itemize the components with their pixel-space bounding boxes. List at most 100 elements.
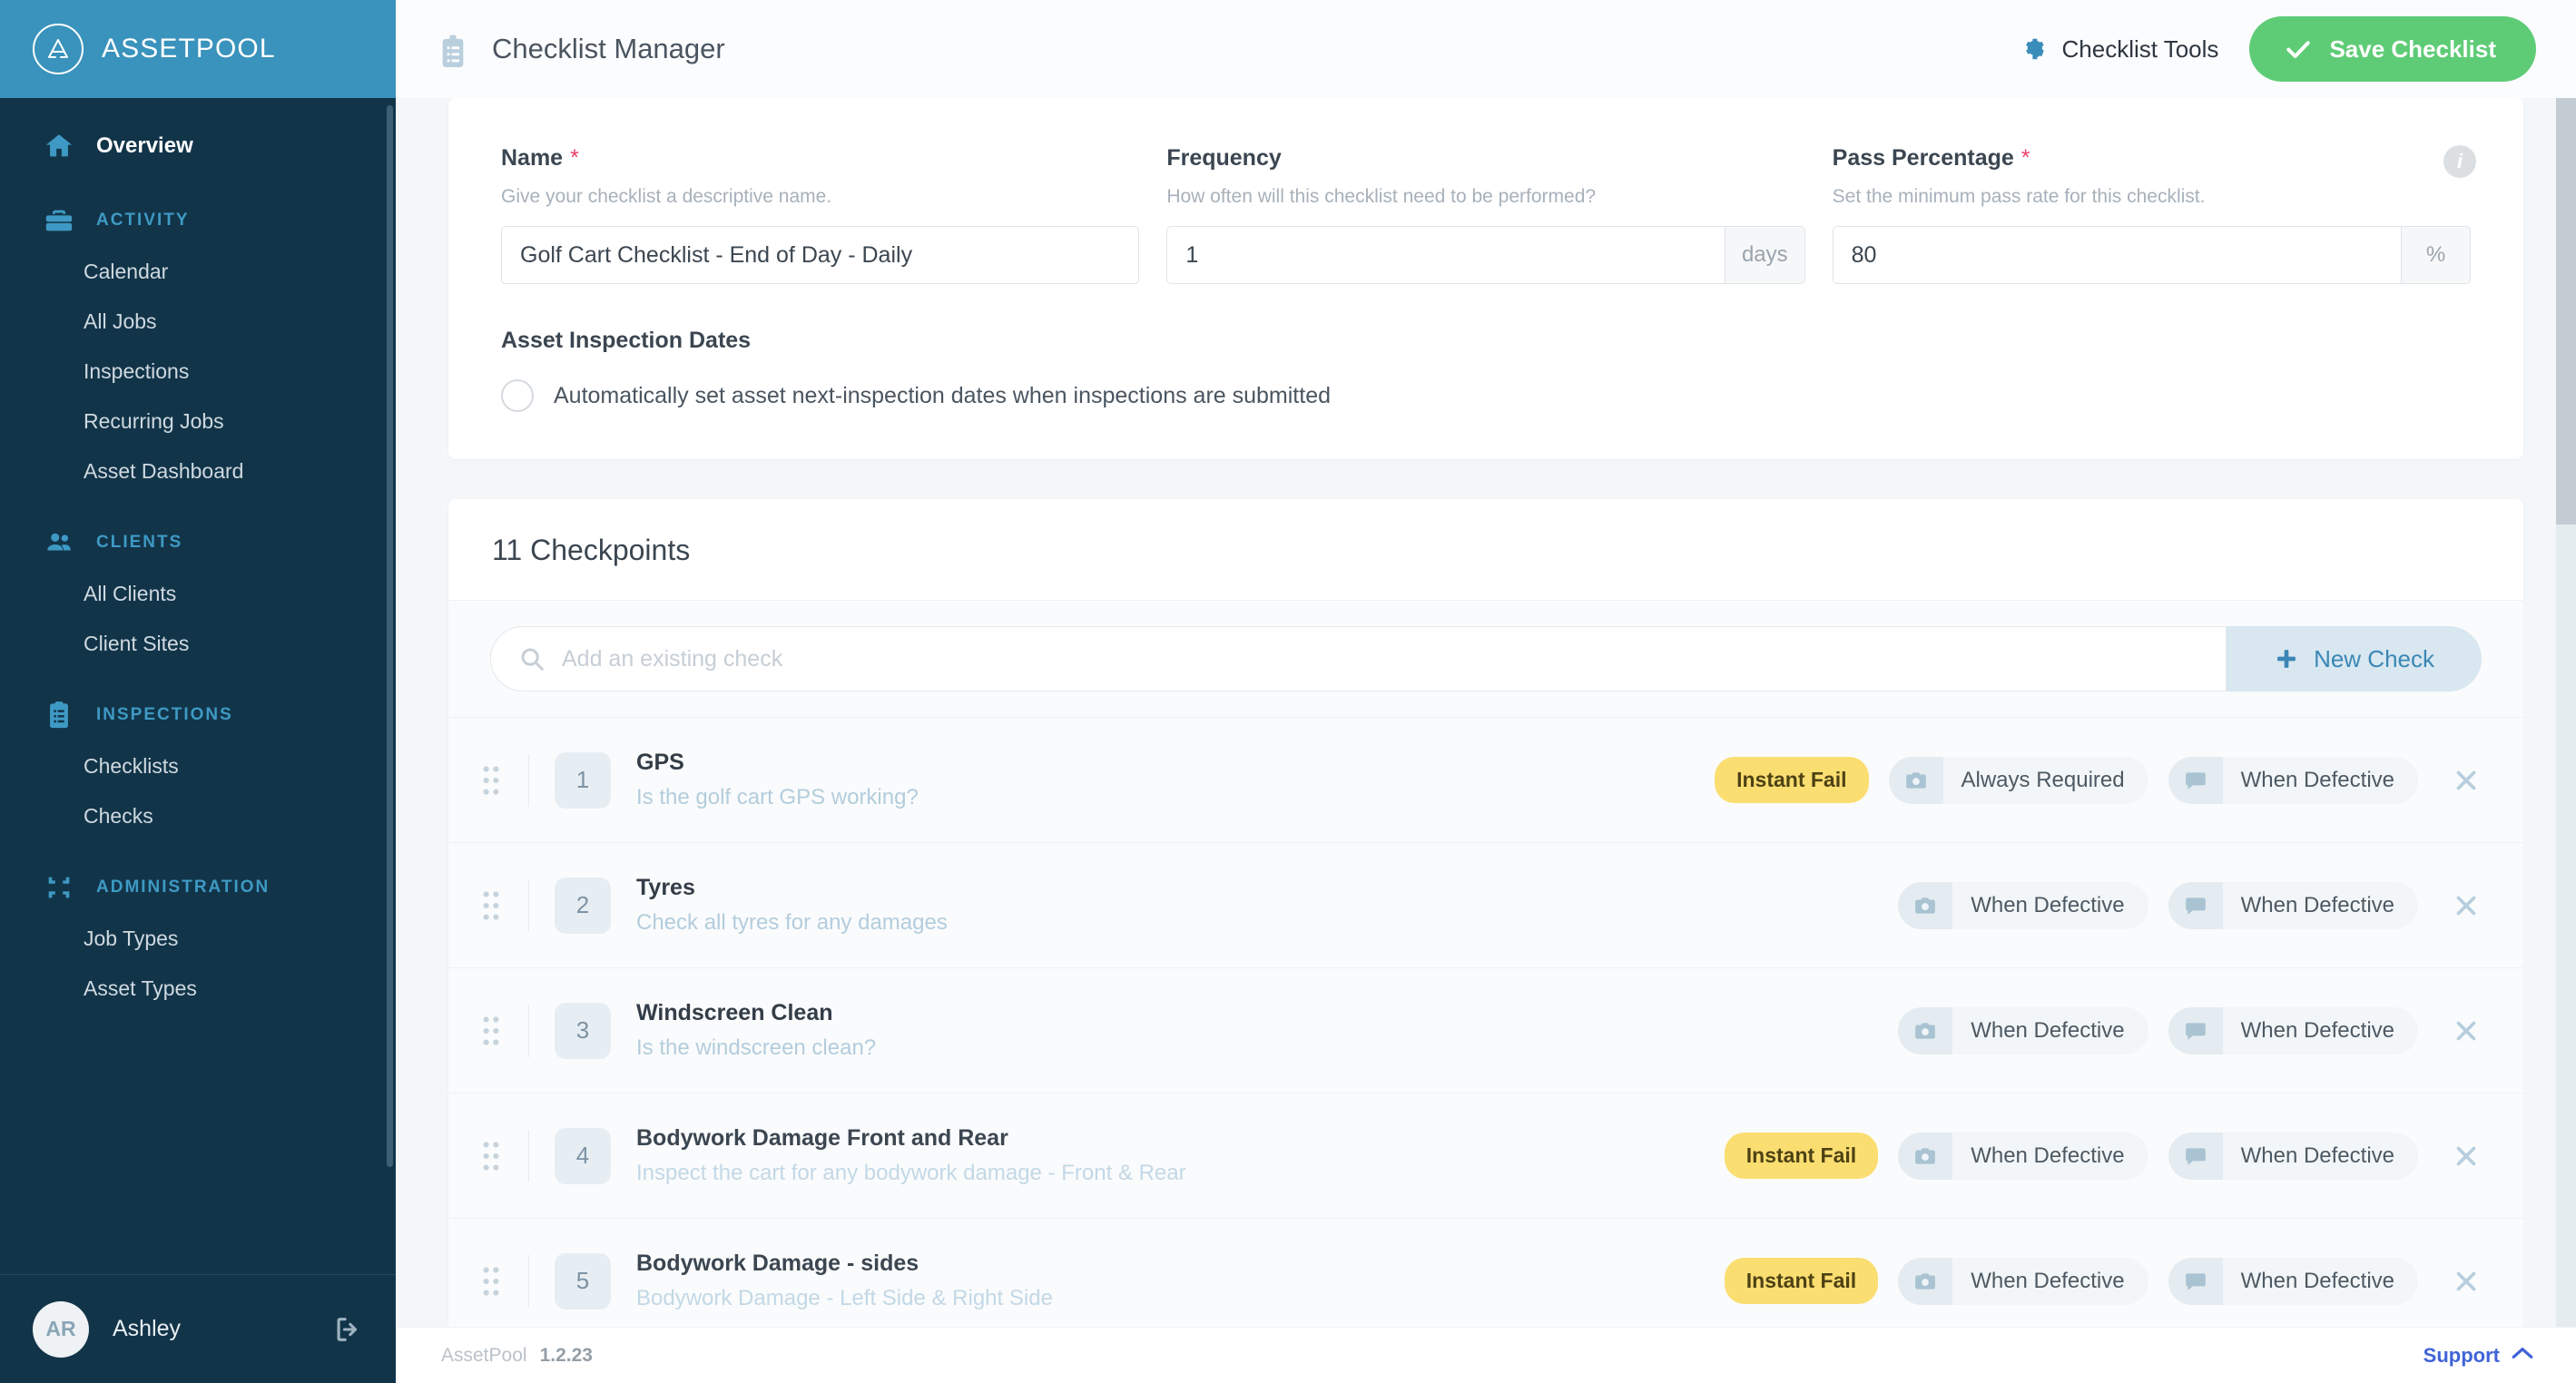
status-brand: AssetPool: [441, 1344, 527, 1366]
support-link[interactable]: Support: [2424, 1344, 2534, 1368]
field-name: Name * Give your checklist a descriptive …: [501, 145, 1140, 284]
field-label: Pass Percentage: [1832, 145, 2014, 171]
photo-requirement-label: When Defective: [1971, 1268, 2125, 1293]
sidebar-scrollbar[interactable]: [387, 105, 393, 1167]
auto-set-dates-option[interactable]: Automatically set asset next-inspection …: [501, 379, 2471, 412]
checkpoints-search-row: Add an existing check New Check: [448, 601, 2523, 718]
drag-handle-icon[interactable]: [481, 764, 501, 797]
sidebar-item-recurring-jobs[interactable]: Recurring Jobs: [0, 397, 396, 446]
info-icon[interactable]: i: [2443, 145, 2476, 178]
save-checklist-label: Save Checklist: [2329, 34, 2496, 63]
comment-icon: [2168, 1257, 2223, 1305]
frequency-input[interactable]: [1166, 226, 1726, 284]
drag-handle-icon[interactable]: [481, 1015, 501, 1047]
table-row[interactable]: 3 Windscreen Clean Is the windscreen cle…: [448, 968, 2523, 1094]
checkpoint-description: Is the windscreen clean?: [636, 1035, 877, 1060]
logout-icon[interactable]: [332, 1314, 363, 1345]
camera-icon: [1898, 1257, 1953, 1305]
checkpoint-texts: Bodywork Damage - sides Bodywork Damage …: [636, 1251, 1725, 1311]
table-row[interactable]: 5 Bodywork Damage - sides Bodywork Damag…: [448, 1219, 2523, 1344]
drag-handle-icon[interactable]: [481, 1140, 501, 1172]
checkpoint-number: 5: [555, 1252, 611, 1309]
remove-checkpoint-icon[interactable]: [2451, 1266, 2482, 1297]
field-help: How often will this checklist need to be…: [1166, 186, 1597, 207]
topbar: Checklist Manager Checklist Tools Save C…: [396, 0, 2576, 98]
photo-requirement-pill[interactable]: When Defective: [1898, 881, 2148, 929]
sidebar-item-job-types[interactable]: Job Types: [0, 914, 396, 964]
comment-requirement-pill[interactable]: When Defective: [2168, 1132, 2418, 1180]
drag-handle-icon[interactable]: [481, 1265, 501, 1298]
clipboard-icon: [44, 700, 74, 731]
sidebar-item-all-clients[interactable]: All Clients: [0, 569, 396, 619]
new-check-button[interactable]: New Check: [2227, 626, 2482, 692]
checklist-tools-label: Checklist Tools: [2061, 34, 2219, 63]
photo-requirement-pill[interactable]: When Defective: [1898, 1132, 2148, 1180]
drag-handle-icon[interactable]: [481, 889, 501, 922]
checkpoint-description: Inspect the cart for any bodywork damage…: [636, 1161, 1186, 1185]
field-name-input-wrap: [501, 226, 1140, 284]
photo-requirement-pill[interactable]: When Defective: [1898, 1257, 2148, 1305]
comment-requirement-pill[interactable]: When Defective: [2168, 881, 2418, 929]
sidebar-item-client-sites[interactable]: Client Sites: [0, 619, 396, 669]
sidebar-item-asset-types[interactable]: Asset Types: [0, 964, 396, 1014]
sidebar-item-asset-dashboard[interactable]: Asset Dashboard: [0, 446, 396, 496]
sidebar-item-calendar[interactable]: Calendar: [0, 247, 396, 297]
required-marker: *: [570, 145, 579, 171]
add-existing-check-box[interactable]: Add an existing check: [490, 626, 2227, 692]
checkpoint-number: 2: [555, 877, 611, 934]
field-pass-input-wrap: %: [1832, 226, 2471, 284]
table-row[interactable]: 1 GPS Is the golf cart GPS working? Inst…: [448, 718, 2523, 843]
avatar[interactable]: AR: [33, 1300, 89, 1358]
sidebar-item-label: Overview: [96, 133, 193, 158]
sidebar-section-inspections[interactable]: INSPECTIONS: [0, 689, 396, 741]
camera-icon: [1888, 756, 1943, 804]
frequency-unit-suffix: days: [1725, 226, 1805, 284]
sidebar-item-checklists[interactable]: Checklists: [0, 741, 396, 791]
photo-requirement-label: When Defective: [1971, 1143, 2125, 1168]
status-badge-instant-fail[interactable]: Instant Fail: [1715, 757, 1869, 803]
remove-checkpoint-icon[interactable]: [2451, 1015, 2482, 1046]
sidebar-item-overview[interactable]: Overview: [0, 118, 396, 174]
status-badge-instant-fail[interactable]: Instant Fail: [1724, 1258, 1879, 1304]
check-icon: [2284, 34, 2313, 64]
page-title-text: Checklist Manager: [492, 33, 725, 64]
field-label: Frequency: [1166, 145, 1282, 171]
photo-requirement-pill[interactable]: Always Required: [1888, 756, 2148, 804]
sidebar-section-label: ADMINISTRATION: [96, 878, 270, 897]
table-row[interactable]: 2 Tyres Check all tyres for any damages: [448, 843, 2523, 968]
auto-set-dates-radio[interactable]: [501, 379, 534, 412]
comment-icon: [2168, 1132, 2223, 1180]
sidebar-section-clients[interactable]: CLIENTS: [0, 516, 396, 569]
sidebar-section-label: ACTIVITY: [96, 211, 190, 230]
assetpool-logo-icon: [33, 24, 84, 74]
checklist-tools-button[interactable]: Checklist Tools: [2020, 34, 2219, 64]
sidebar-section-administration[interactable]: ADMINISTRATION: [0, 861, 396, 914]
sidebar-section-label: CLIENTS: [96, 533, 183, 552]
remove-checkpoint-icon[interactable]: [2451, 765, 2482, 796]
comment-requirement-pill[interactable]: When Defective: [2168, 1257, 2418, 1305]
remove-checkpoint-icon[interactable]: [2451, 1141, 2482, 1172]
sidebar-item-inspections[interactable]: Inspections: [0, 347, 396, 397]
remove-checkpoint-icon[interactable]: [2451, 890, 2482, 921]
comment-requirement-pill[interactable]: When Defective: [2168, 756, 2418, 804]
comment-requirement-pill[interactable]: When Defective: [2168, 1006, 2418, 1054]
page-title: Checklist Manager: [438, 33, 725, 67]
main-scrollbar-thumb[interactable]: [2556, 98, 2576, 525]
field-pass-percentage: Pass Percentage * Set the minimum pass ra…: [1832, 145, 2471, 284]
status-badge-instant-fail[interactable]: Instant Fail: [1724, 1133, 1879, 1179]
checkpoints-heading: 11 Checkpoints: [448, 499, 2523, 601]
save-checklist-button[interactable]: Save Checklist: [2249, 16, 2536, 82]
main-scrollbar[interactable]: [2556, 98, 2576, 1327]
chevron-up-icon: [2511, 1344, 2534, 1368]
sidebar-item-checks[interactable]: Checks: [0, 791, 396, 841]
main-area: Checklist Manager Checklist Tools Save C…: [396, 0, 2576, 1383]
field-pass-label-row: Pass Percentage *: [1833, 145, 2471, 172]
checklist-name-input[interactable]: [501, 226, 1140, 284]
photo-requirement-pill[interactable]: When Defective: [1898, 1006, 2148, 1054]
field-name-label-row: Name *: [501, 145, 1139, 172]
table-row[interactable]: 4 Bodywork Damage Front and Rear Inspect…: [448, 1094, 2523, 1219]
checkpoint-texts: Tyres Check all tyres for any damages: [636, 875, 1898, 936]
sidebar-section-activity[interactable]: ACTIVITY: [0, 194, 396, 247]
sidebar-item-all-jobs[interactable]: All Jobs: [0, 297, 396, 347]
pass-percentage-input[interactable]: [1832, 226, 2402, 284]
